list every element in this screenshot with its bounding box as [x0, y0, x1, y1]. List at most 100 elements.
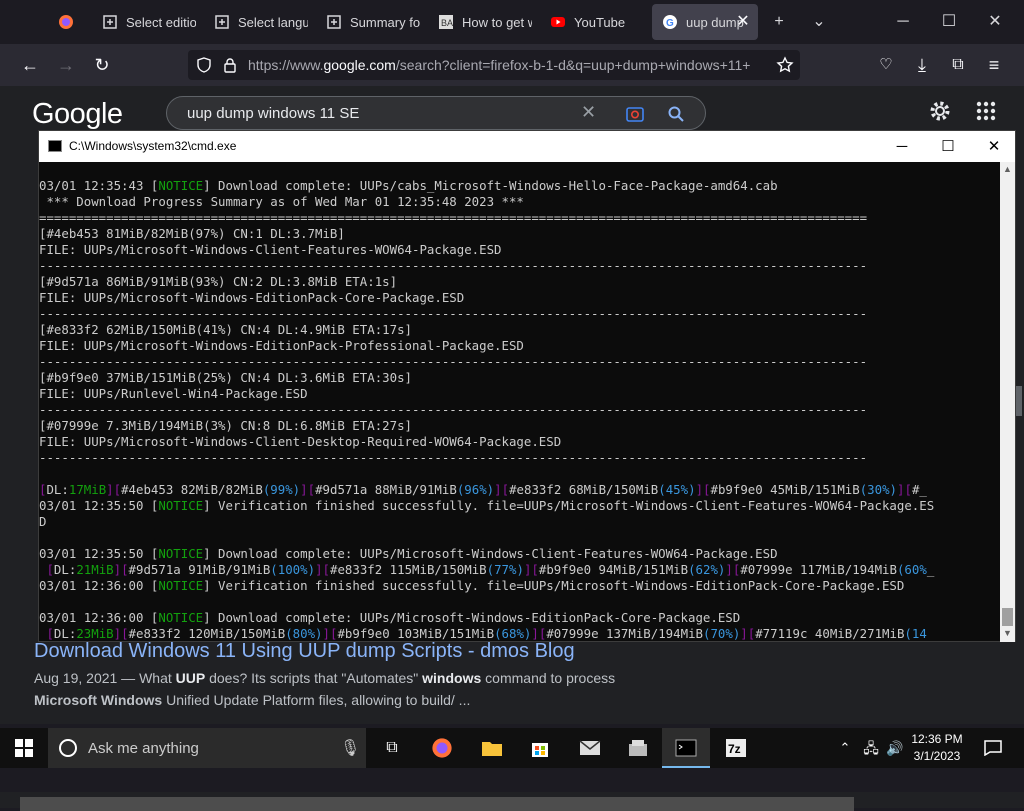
tab-summary[interactable]: Summary fo [316, 4, 420, 40]
tab-select-edition[interactable]: Select editio [92, 4, 196, 40]
settings-gear-icon[interactable] [928, 99, 952, 123]
console-text-segment: NOTICE [158, 546, 204, 561]
start-windows-icon[interactable] [0, 728, 48, 768]
extensions-icon[interactable]: ⧉ [944, 51, 972, 79]
console-text-segment: #b9f9e0 45MiB/151MiB [710, 482, 860, 497]
cmd-scrollbar-thumb[interactable] [1002, 608, 1013, 626]
file-explorer-icon[interactable] [468, 728, 516, 768]
window-minimize-icon[interactable]: ─ [880, 0, 926, 44]
console-text-segment: #b9f9e0 94MiB/151MiB [538, 562, 689, 577]
console-text-segment: ][ [740, 626, 756, 641]
apps-grid-icon[interactable] [976, 101, 996, 121]
horizontal-scrollbar-thumb[interactable] [20, 797, 854, 811]
microsoft-store-icon[interactable] [516, 728, 564, 768]
console-text-segment: ][ [322, 626, 338, 641]
search-result-title-link[interactable]: Download Windows 11 Using UUP dump Scrip… [34, 640, 575, 663]
cmd-minimize-icon[interactable]: ─ [879, 131, 925, 162]
tab-youtube[interactable]: YouTube [540, 4, 644, 40]
console-text-segment: (99%) [262, 482, 301, 497]
cmd-close-icon[interactable]: ✕ [971, 131, 1017, 162]
forward-arrow-icon[interactable]: → [52, 51, 80, 79]
cmd-vertical-scrollbar[interactable]: ▲ ▼ [1000, 162, 1015, 642]
console-line: FILE: UUPs/Microsoft-Windows-EditionPack… [39, 338, 999, 354]
svg-text:BA: BA [441, 18, 453, 28]
console-text-segment: ] Verification finished successfully. fi… [203, 578, 905, 593]
console-text-segment: ----------------------------------------… [39, 258, 868, 273]
google-icon: G [663, 15, 677, 29]
search-query-text[interactable]: uup dump windows 11 SE [187, 105, 359, 122]
pocket-icon[interactable]: ♡ [872, 51, 900, 79]
scroll-down-arrow-icon[interactable]: ▼ [1003, 628, 1012, 638]
console-text-segment: (96%) [456, 482, 495, 497]
console-line: 03/01 12:36:00 [NOTICE] Verification fin… [39, 578, 999, 594]
shield-icon[interactable] [196, 57, 212, 73]
google-logo[interactable]: Google [32, 98, 123, 131]
taskbar-clock[interactable]: 12:36 PM 3/1/2023 [904, 731, 970, 765]
console-text-segment: ][ [494, 482, 510, 497]
console-text-segment: NOTICE [158, 578, 204, 593]
console-text-segment: #b9f9e0 103MiB/151MiB [337, 626, 495, 641]
bookmark-star-icon[interactable] [776, 56, 794, 74]
cmd-taskbar-icon[interactable] [662, 728, 710, 768]
lock-icon[interactable] [222, 57, 238, 73]
console-text-segment: [#e833f2 62MiB/150MiB(41%) CN:4 DL:4.9Mi… [39, 322, 412, 337]
action-center-icon[interactable] [978, 728, 1008, 768]
tab-close-icon[interactable]: ✕ [734, 13, 752, 31]
console-text-segment: ][ [523, 562, 539, 577]
console-text-segment: NOTICE [158, 178, 204, 193]
window-maximize-icon[interactable]: ☐ [926, 0, 972, 44]
console-text-segment: FILE: UUPs/Microsoft-Windows-EditionPack… [39, 338, 524, 353]
console-text-segment: #9d571a 91MiB/91MiB [128, 562, 271, 577]
mail-icon[interactable] [566, 728, 614, 768]
tab-select-language[interactable]: Select langu [204, 4, 308, 40]
microphone-icon[interactable]: 🎙 [340, 738, 360, 758]
back-arrow-icon[interactable]: ← [16, 51, 44, 79]
task-view-icon[interactable]: ⧉ [368, 728, 416, 768]
cmd-window[interactable]: C:\Windows\system32\cmd.exe ─ ☐ ✕ 03/01 … [38, 130, 1016, 642]
downloads-icon[interactable]: ⤓ [908, 51, 936, 79]
firefox-taskbar-icon[interactable] [418, 728, 466, 768]
scroll-up-arrow-icon[interactable]: ▲ [1003, 164, 1012, 174]
console-line: D [39, 514, 999, 530]
console-text-segment: _ [926, 562, 935, 577]
7zip-icon[interactable]: 7z [712, 728, 760, 768]
firefox-view-button[interactable] [48, 4, 84, 40]
console-text-segment: ][ [113, 562, 129, 577]
camera-icon[interactable] [625, 105, 645, 123]
console-line: [#b9f9e0 37MiB/151MiB(25%) CN:4 DL:3.6Mi… [39, 370, 999, 386]
clock-date: 3/1/2023 [913, 749, 961, 763]
search-icon[interactable] [667, 105, 685, 123]
console-line: ----------------------------------------… [39, 402, 999, 418]
console-output[interactable]: 03/01 12:35:43 [NOTICE] Download complet… [39, 162, 999, 642]
console-text-segment: (30%) [859, 482, 898, 497]
window-close-icon[interactable]: ✕ [972, 0, 1018, 44]
page-scrollbar-thumb[interactable] [1016, 386, 1022, 416]
tab-how-to-get[interactable]: BA How to get w [428, 4, 532, 40]
console-line: [#e833f2 62MiB/150MiB(41%) CN:4 DL:4.9Mi… [39, 322, 999, 338]
cmd-title-bar[interactable]: C:\Windows\system32\cmd.exe ─ ☐ ✕ [39, 131, 1015, 162]
cmd-maximize-icon[interactable]: ☐ [925, 131, 971, 162]
taskbar-search-box[interactable]: Ask me anything 🎙 [48, 728, 366, 768]
tab-uup-dump-search[interactable]: G uup dump ✕ [652, 4, 758, 40]
reload-icon[interactable]: ↻ [88, 51, 116, 79]
console-line: [DL:21MiB][#9d571a 91MiB/91MiB(100%)][#e… [39, 562, 999, 578]
console-text-segment: FILE: UUPs/Runlevel-Win4-Package.ESD [39, 386, 308, 401]
menu-hamburger-icon[interactable]: ≡ [980, 51, 1008, 79]
network-icon[interactable]: 🖧 [858, 728, 884, 768]
google-search-box[interactable]: uup dump windows 11 SE ✕ [166, 96, 706, 130]
uup-icon [327, 15, 341, 29]
console-text-segment: (77%) [486, 562, 524, 577]
tab-label: How to get w [462, 14, 532, 30]
page-horizontal-scrollbar[interactable] [0, 792, 1024, 811]
console-text-segment: ----------------------------------------… [39, 402, 868, 417]
list-tabs-chevron-icon[interactable]: ⌄ [796, 0, 842, 44]
console-text-segment: #_ [911, 482, 927, 497]
tray-chevron-up-icon[interactable]: ⌃ [832, 728, 858, 768]
clear-search-icon[interactable]: ✕ [581, 102, 596, 123]
console-text-segment: #07999e 137MiB/194MiB [546, 626, 703, 641]
url-bar[interactable]: https://www.google.com/search?client=fir… [188, 50, 800, 80]
console-text-segment: ][ [695, 482, 711, 497]
setup-package-icon[interactable] [614, 728, 662, 768]
